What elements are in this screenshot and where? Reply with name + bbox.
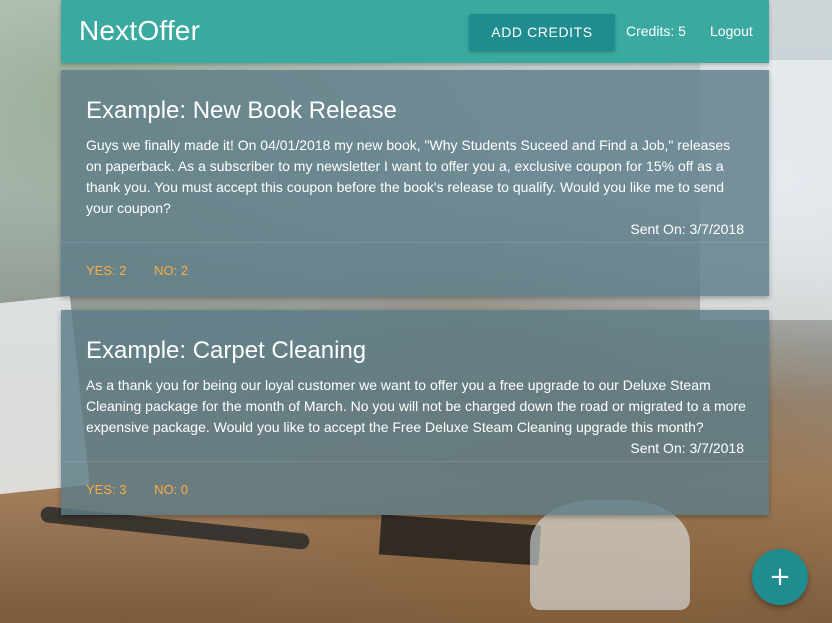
card-divider (61, 242, 769, 243)
sent-date: Sent On: 3/7/2018 (630, 440, 744, 456)
survey-body: Guys we finally made it! On 04/01/2018 m… (86, 137, 731, 216)
no-count[interactable]: NO: 0 (154, 482, 188, 497)
survey-title: Example: Carpet Cleaning (86, 337, 367, 364)
background-glass (530, 500, 690, 610)
brand-logo[interactable]: NextOffer (79, 15, 200, 47)
survey-results: YES: 2 NO: 2 (86, 263, 212, 278)
card-divider (61, 461, 769, 462)
yes-count[interactable]: YES: 3 (86, 482, 126, 497)
plus-icon: + (769, 562, 791, 592)
navbar: NextOffer ADD CREDITS Credits: 5 Logout (61, 0, 769, 63)
add-credits-button[interactable]: ADD CREDITS (469, 14, 615, 50)
logout-link[interactable]: Logout (710, 23, 753, 39)
no-count[interactable]: NO: 2 (154, 263, 188, 278)
survey-card: Example: Carpet Cleaning As a thank you … (61, 310, 769, 515)
background-phone (378, 514, 542, 566)
add-survey-button[interactable]: + (752, 549, 808, 605)
survey-body: As a thank you for being our loyal custo… (86, 377, 746, 435)
credits-count: Credits: 5 (626, 23, 686, 39)
sent-date: Sent On: 3/7/2018 (630, 221, 744, 237)
survey-title: Example: New Book Release (86, 97, 397, 124)
survey-card: Example: New Book Release Guys we finall… (61, 70, 769, 296)
survey-results: YES: 3 NO: 0 (86, 482, 212, 497)
yes-count[interactable]: YES: 2 (86, 263, 126, 278)
